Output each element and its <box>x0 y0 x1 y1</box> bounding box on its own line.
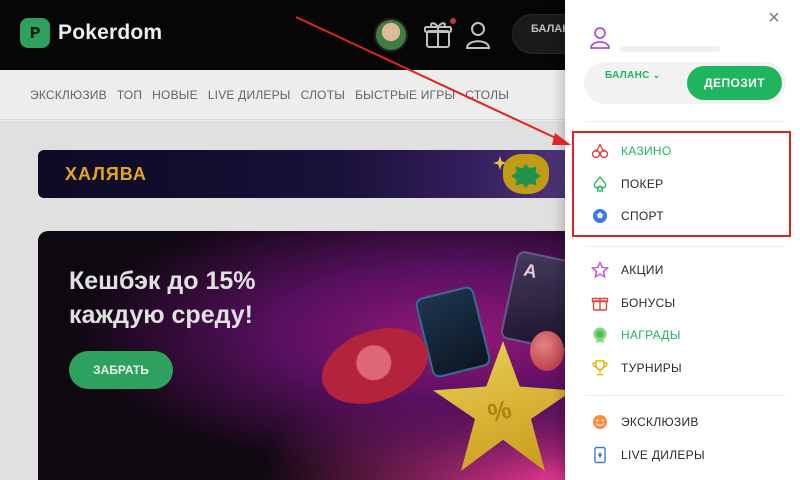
brand-name: Pokerdom <box>58 21 163 44</box>
freebie-title: ХАЛЯВА <box>65 164 147 184</box>
medal-icon <box>585 326 615 344</box>
promo-title: Кешбэк до 15% каждую среду! <box>69 267 256 329</box>
category-slots[interactable]: СЛОТЫ <box>301 88 345 102</box>
category-exclusive[interactable]: ЭКСКЛЮЗИВ <box>30 88 107 102</box>
menu-item-tournaments[interactable]: ТУРНИРЫ <box>580 353 790 383</box>
menu-label: ТУРНИРЫ <box>621 361 682 375</box>
menu-label: НАГРАДЫ <box>621 328 681 342</box>
balance-label: БАЛАНС <box>605 70 650 81</box>
brand-logo[interactable]: P Pokerdom <box>20 18 162 48</box>
divider <box>585 246 785 247</box>
playing-card-icon <box>585 446 615 464</box>
balloon-image <box>530 331 564 371</box>
divider <box>585 121 785 122</box>
user-icon[interactable] <box>464 20 492 50</box>
claim-button[interactable]: ЗАБРАТЬ <box>69 351 173 389</box>
menu-label: БОНУСЫ <box>621 296 676 310</box>
category-fast-games[interactable]: БЫСТРЫЕ ИГРЫ <box>355 88 455 102</box>
category-new[interactable]: НОВЫЕ <box>152 88 198 102</box>
trophy-icon <box>585 359 615 377</box>
close-button[interactable]: × <box>764 8 784 28</box>
deposit-button[interactable]: ДЕПОЗИТ <box>687 66 782 100</box>
card-letter: A <box>522 259 539 282</box>
screen: P Pokerdom БАЛАН ЭКСКЛЮЗИВ ТОП НОВЫЕ LIV… <box>0 0 800 480</box>
menu-item-rewards[interactable]: НАГРАДЫ <box>580 320 790 350</box>
logo-icon: P <box>20 18 50 48</box>
category-tables[interactable]: СТОЛЫ <box>465 88 509 102</box>
menu-item-live-dealers[interactable]: LIVE ДИЛЕРЫ <box>580 440 790 470</box>
star-icon <box>585 261 615 279</box>
highlight-annotation-box <box>572 131 791 237</box>
notification-badge <box>450 18 456 24</box>
poker-chip-image <box>311 314 439 418</box>
menu-label: ЭКСКЛЮЗИВ <box>621 415 699 429</box>
profile-name <box>620 46 720 52</box>
profile-icon[interactable] <box>589 26 611 50</box>
top-navigation-bar: P Pokerdom БАЛАН <box>0 0 592 70</box>
cashback-promo-banner[interactable]: A % Кешбэк до 15% каждую среду! ЗАБРАТЬ <box>38 231 578 480</box>
menu-item-bonuses[interactable]: БОНУСЫ <box>580 288 790 318</box>
category-top[interactable]: ТОП <box>117 88 142 102</box>
avatar[interactable] <box>374 18 408 52</box>
menu-label: LIVE ДИЛЕРЫ <box>621 448 705 462</box>
category-bar: ЭКСКЛЮЗИВ ТОП НОВЫЕ LIVE ДИЛЕРЫ СЛОТЫ БЫ… <box>0 70 565 120</box>
balance-dropdown[interactable]: БАЛАНС ⌄ <box>605 70 661 81</box>
main-site: P Pokerdom БАЛАН ЭКСКЛЮЗИВ ТОП НОВЫЕ LIV… <box>0 0 592 480</box>
gift-icon <box>585 294 615 312</box>
chevron-down-icon: ⌄ <box>652 70 661 80</box>
menu-item-exclusive[interactable]: ЭКСКЛЮЗИВ <box>580 407 790 437</box>
smiley-icon <box>585 413 615 431</box>
divider <box>585 395 785 396</box>
menu-label: АКЦИИ <box>621 263 664 277</box>
category-live-dealers[interactable]: LIVE ДИЛЕРЫ <box>208 88 291 102</box>
freebie-banner[interactable]: ХАЛЯВА S <box>38 150 578 198</box>
gift-icon[interactable] <box>424 20 452 50</box>
menu-item-promotions[interactable]: АКЦИИ <box>580 255 790 285</box>
